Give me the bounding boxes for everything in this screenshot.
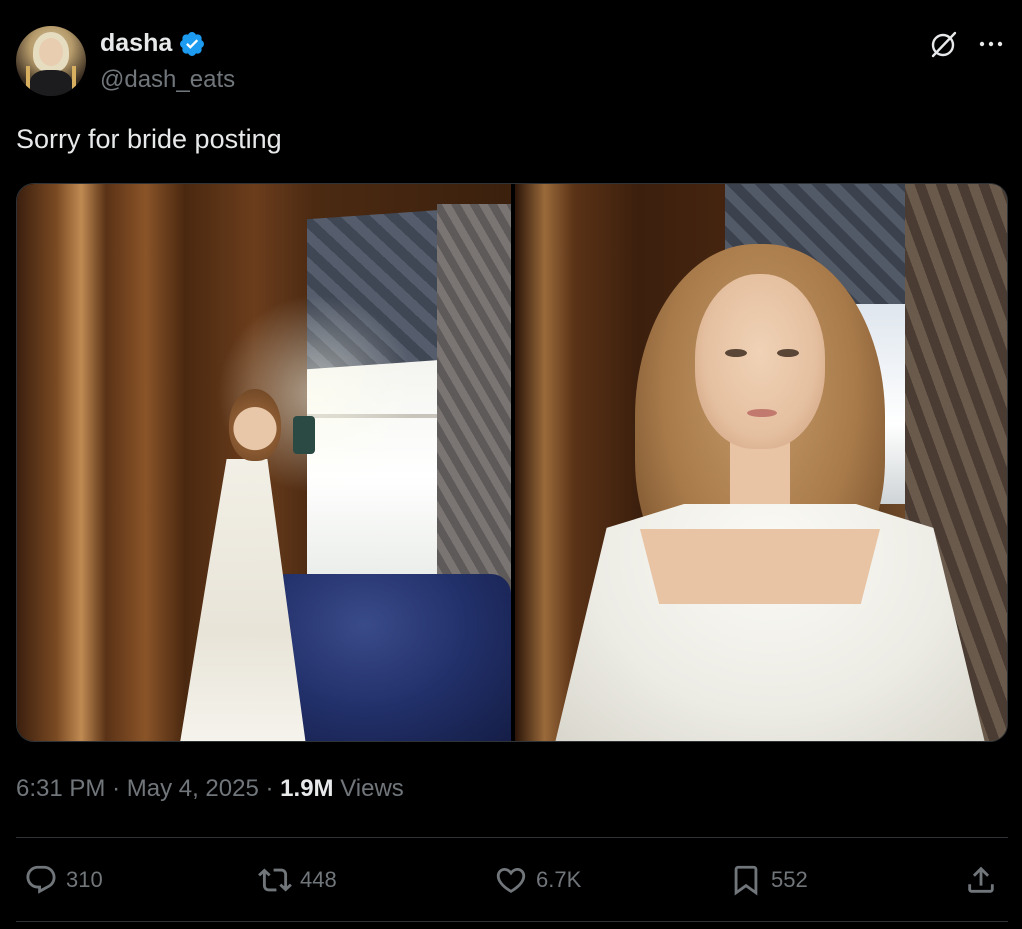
avatar[interactable] [16, 26, 86, 96]
bookmark-button[interactable]: 552 [729, 858, 808, 902]
divider-bottom [16, 921, 1008, 922]
like-button[interactable]: 6.7K [494, 858, 581, 902]
repost-count: 448 [300, 867, 337, 892]
author-handle[interactable]: @dash_eats [100, 66, 235, 94]
tweet-meta: 6:31 PM · May 4, 2025 · 1.9M Views [16, 775, 404, 803]
verified-badge-icon[interactable] [178, 30, 206, 58]
tweet-detail: dasha @dash_eats Sorry for bride posting [0, 0, 1022, 929]
grok-icon[interactable] [928, 28, 960, 60]
share-button[interactable] [964, 858, 998, 902]
meta-separator: · [265, 775, 274, 802]
author-display-name[interactable]: dasha [100, 29, 206, 58]
more-icon[interactable] [975, 28, 1007, 60]
tweet-photo-1[interactable] [17, 184, 511, 741]
tweet-time[interactable]: 6:31 PM [16, 775, 105, 802]
tweet-date[interactable]: May 4, 2025 [127, 775, 259, 802]
reply-count: 310 [66, 867, 103, 892]
author-name-text[interactable]: dasha [100, 29, 172, 58]
views-count: 1.9M [280, 775, 334, 802]
bookmark-icon [734, 865, 758, 896]
repost-icon [258, 868, 292, 892]
like-count: 6.7K [536, 867, 582, 892]
bookmark-count: 552 [771, 867, 808, 892]
heart-icon [496, 867, 526, 893]
reply-icon [26, 865, 56, 894]
views-label: Views [340, 775, 404, 802]
meta-separator: · [112, 775, 121, 802]
repost-button[interactable]: 448 [258, 858, 337, 902]
reply-button[interactable]: 310 [24, 858, 103, 902]
media-grid [16, 183, 1008, 742]
tweet-photo-2[interactable] [515, 184, 1007, 741]
divider-top [16, 837, 1008, 838]
share-icon [968, 866, 994, 893]
tweet-text: Sorry for bride posting [16, 124, 282, 154]
